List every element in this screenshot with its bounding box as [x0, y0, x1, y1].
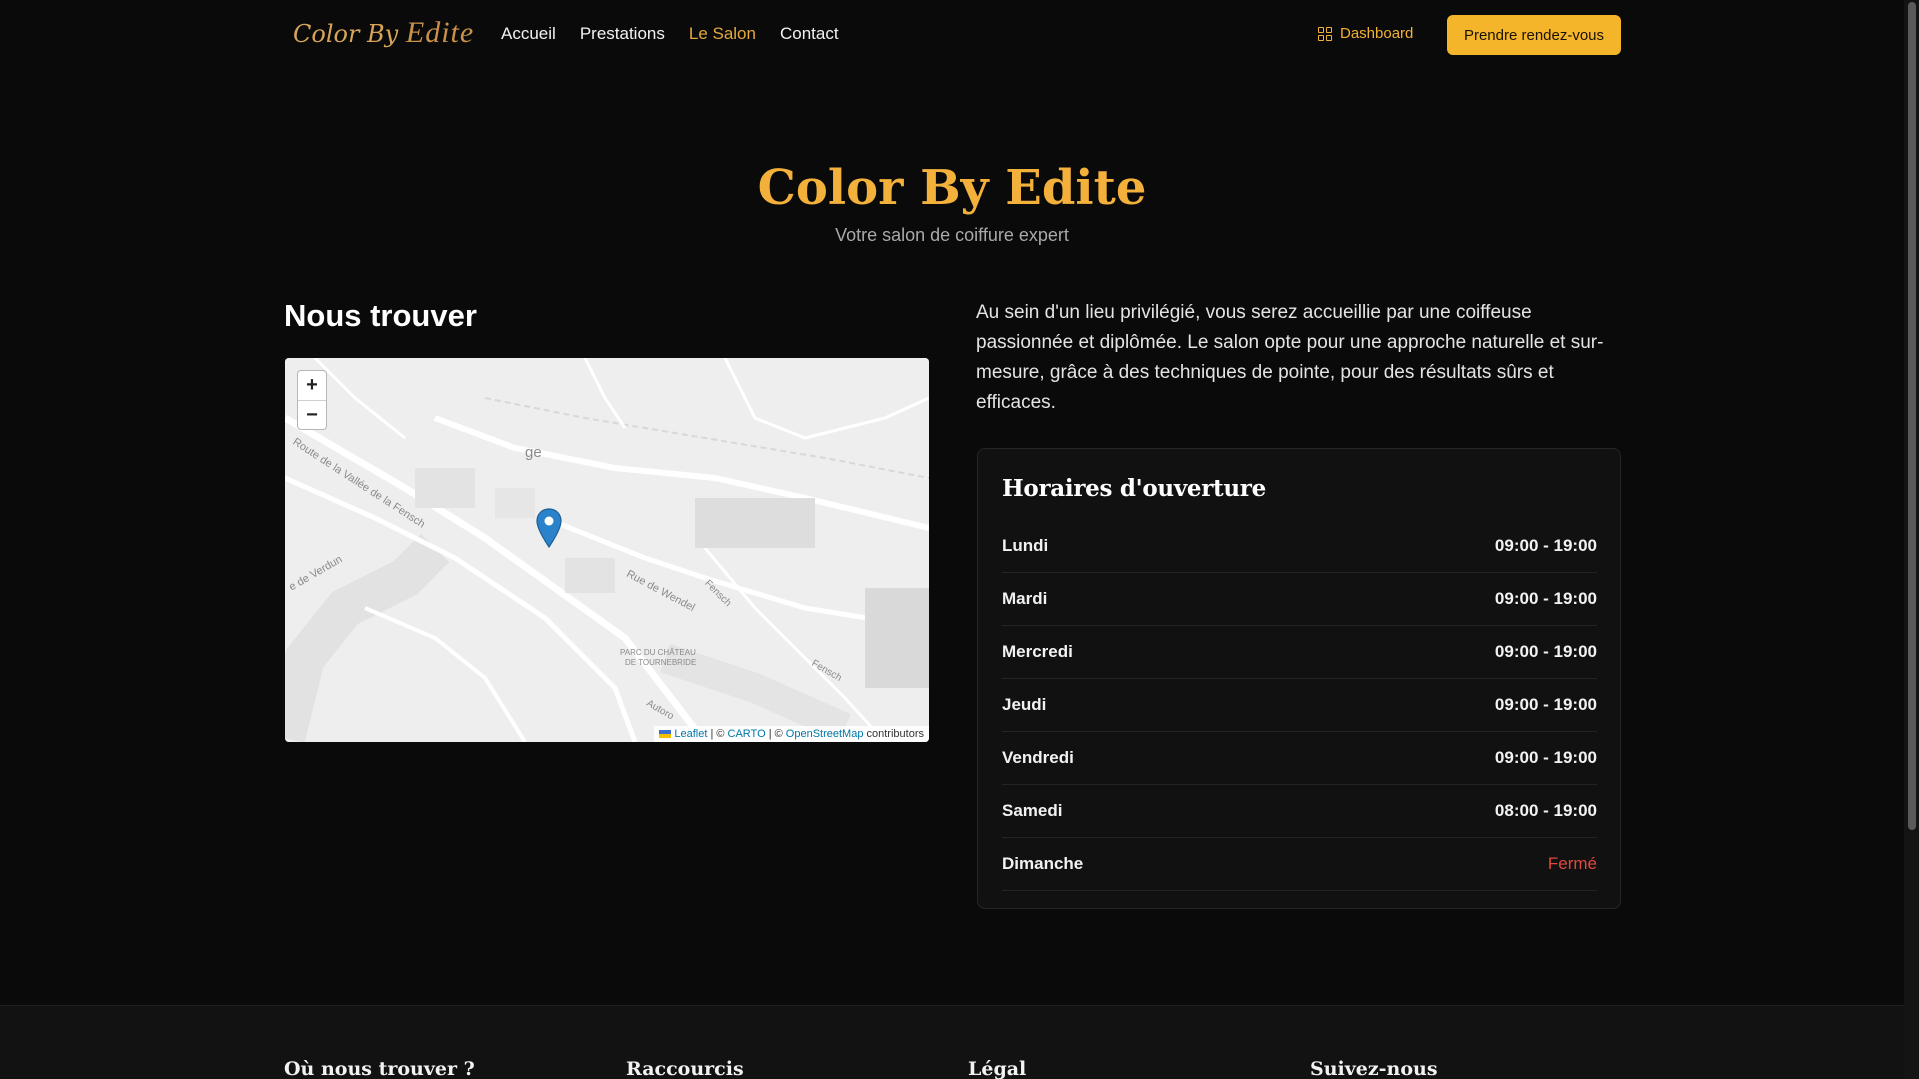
hours-row: Samedi 08:00 - 19:00: [1002, 785, 1597, 838]
location-map[interactable]: + − ge Route de la Vallée de la Fensch R…: [285, 358, 929, 742]
map-place-label: ge: [525, 444, 542, 461]
hours-day: Mercredi: [1002, 642, 1073, 661]
hours-time: 09:00 - 19:00: [1494, 695, 1597, 714]
hours-time: 09:00 - 19:00: [1494, 642, 1597, 661]
hours-day: Mardi: [1002, 589, 1048, 608]
zoom-out-button[interactable]: −: [298, 400, 326, 429]
nav-le-salon[interactable]: Le Salon: [689, 24, 756, 44]
hours-row: Lundi 09:00 - 19:00: [1002, 520, 1597, 573]
hours-row: Mardi 09:00 - 19:00: [1002, 573, 1597, 626]
site-header: Color By Edite Accueil Prestations Le Sa…: [0, 0, 1904, 70]
scrollbar-thumb[interactable]: [1908, 2, 1916, 830]
hours-day: Vendredi: [1002, 748, 1074, 767]
nav-contact[interactable]: Contact: [780, 24, 839, 44]
hours-day: Lundi: [1002, 536, 1049, 555]
hours-day: Jeudi: [1002, 695, 1047, 714]
opening-hours-list: Lundi 09:00 - 19:00 Mardi 09:00 - 19:00 Me…: [1002, 520, 1597, 891]
attribution-separator: | ©: [768, 728, 783, 740]
opening-hours-title: Horaires d'ouverture: [1002, 475, 1266, 502]
map-roads: [285, 358, 929, 742]
carto-link[interactable]: CARTO: [728, 728, 766, 740]
page-scrollbar[interactable]: [1904, 0, 1919, 1079]
map-marker-icon[interactable]: [536, 508, 562, 548]
openstreetmap-link[interactable]: OpenStreetMap: [786, 728, 864, 740]
find-us-title: Nous trouver: [284, 298, 477, 333]
dashboard-grid-icon: [1318, 26, 1332, 41]
hours-time: 09:00 - 19:00: [1494, 589, 1597, 608]
zoom-in-button[interactable]: +: [298, 371, 326, 400]
hours-row: Vendredi 09:00 - 19:00: [1002, 732, 1597, 785]
hours-row: Jeudi 09:00 - 19:00: [1002, 679, 1597, 732]
attribution-contributors: contributors: [866, 728, 924, 740]
map-park-label: PARC DU CHÂTEAU: [620, 648, 696, 657]
hours-closed-status: Fermé: [1547, 854, 1597, 873]
opening-hours-card: Horaires d'ouverture Lundi 09:00 - 19:00 …: [977, 448, 1621, 909]
map-attribution: Leaflet | © CARTO | © OpenStreetMap cont…: [654, 726, 929, 742]
attribution-separator: | ©: [710, 728, 725, 740]
page-title: Color By Edite: [757, 160, 1147, 216]
page-subtitle: Votre salon de coiffure expert: [835, 225, 1069, 245]
hours-time: 08:00 - 19:00: [1494, 801, 1597, 820]
book-appointment-button[interactable]: Prendre rendez-vous: [1447, 15, 1621, 55]
logo-text: Color By: [293, 20, 399, 48]
footer-heading-location: Où nous trouver ?: [284, 1058, 475, 1079]
leaflet-link[interactable]: Leaflet: [674, 728, 707, 740]
dashboard-link[interactable]: Dashboard: [1318, 25, 1413, 42]
logo-script-text: Edite: [405, 16, 475, 49]
dashboard-label: Dashboard: [1340, 25, 1414, 42]
footer-heading-shortcuts: Raccourcis: [626, 1058, 744, 1079]
hours-day: Dimanche: [1002, 854, 1084, 873]
nav-prestations[interactable]: Prestations: [580, 24, 665, 44]
salon-intro-text: Au sein d'un lieu privilégié, vous serez…: [976, 302, 1604, 413]
logo[interactable]: Color By Edite: [293, 16, 474, 50]
ukraine-flag-icon: [659, 730, 672, 739]
footer-heading-social: Suivez-nous: [1310, 1058, 1438, 1079]
hours-time: 09:00 - 19:00: [1494, 748, 1597, 767]
hours-day: Samedi: [1002, 801, 1063, 820]
map-zoom-controls: + −: [297, 370, 327, 430]
site-footer: Où nous trouver ? Raccourcis Légal Suive…: [0, 1005, 1904, 1079]
hours-row: Dimanche Fermé: [1002, 838, 1597, 891]
hours-row: Mercredi 09:00 - 19:00: [1002, 626, 1597, 679]
hours-time: 09:00 - 19:00: [1494, 536, 1597, 555]
nav-accueil[interactable]: Accueil: [501, 24, 556, 44]
footer-heading-legal: Légal: [968, 1058, 1027, 1079]
map-park-label: DE TOURNEBRIDE: [625, 658, 697, 667]
main-nav: Accueil Prestations Le Salon Contact: [501, 24, 839, 44]
